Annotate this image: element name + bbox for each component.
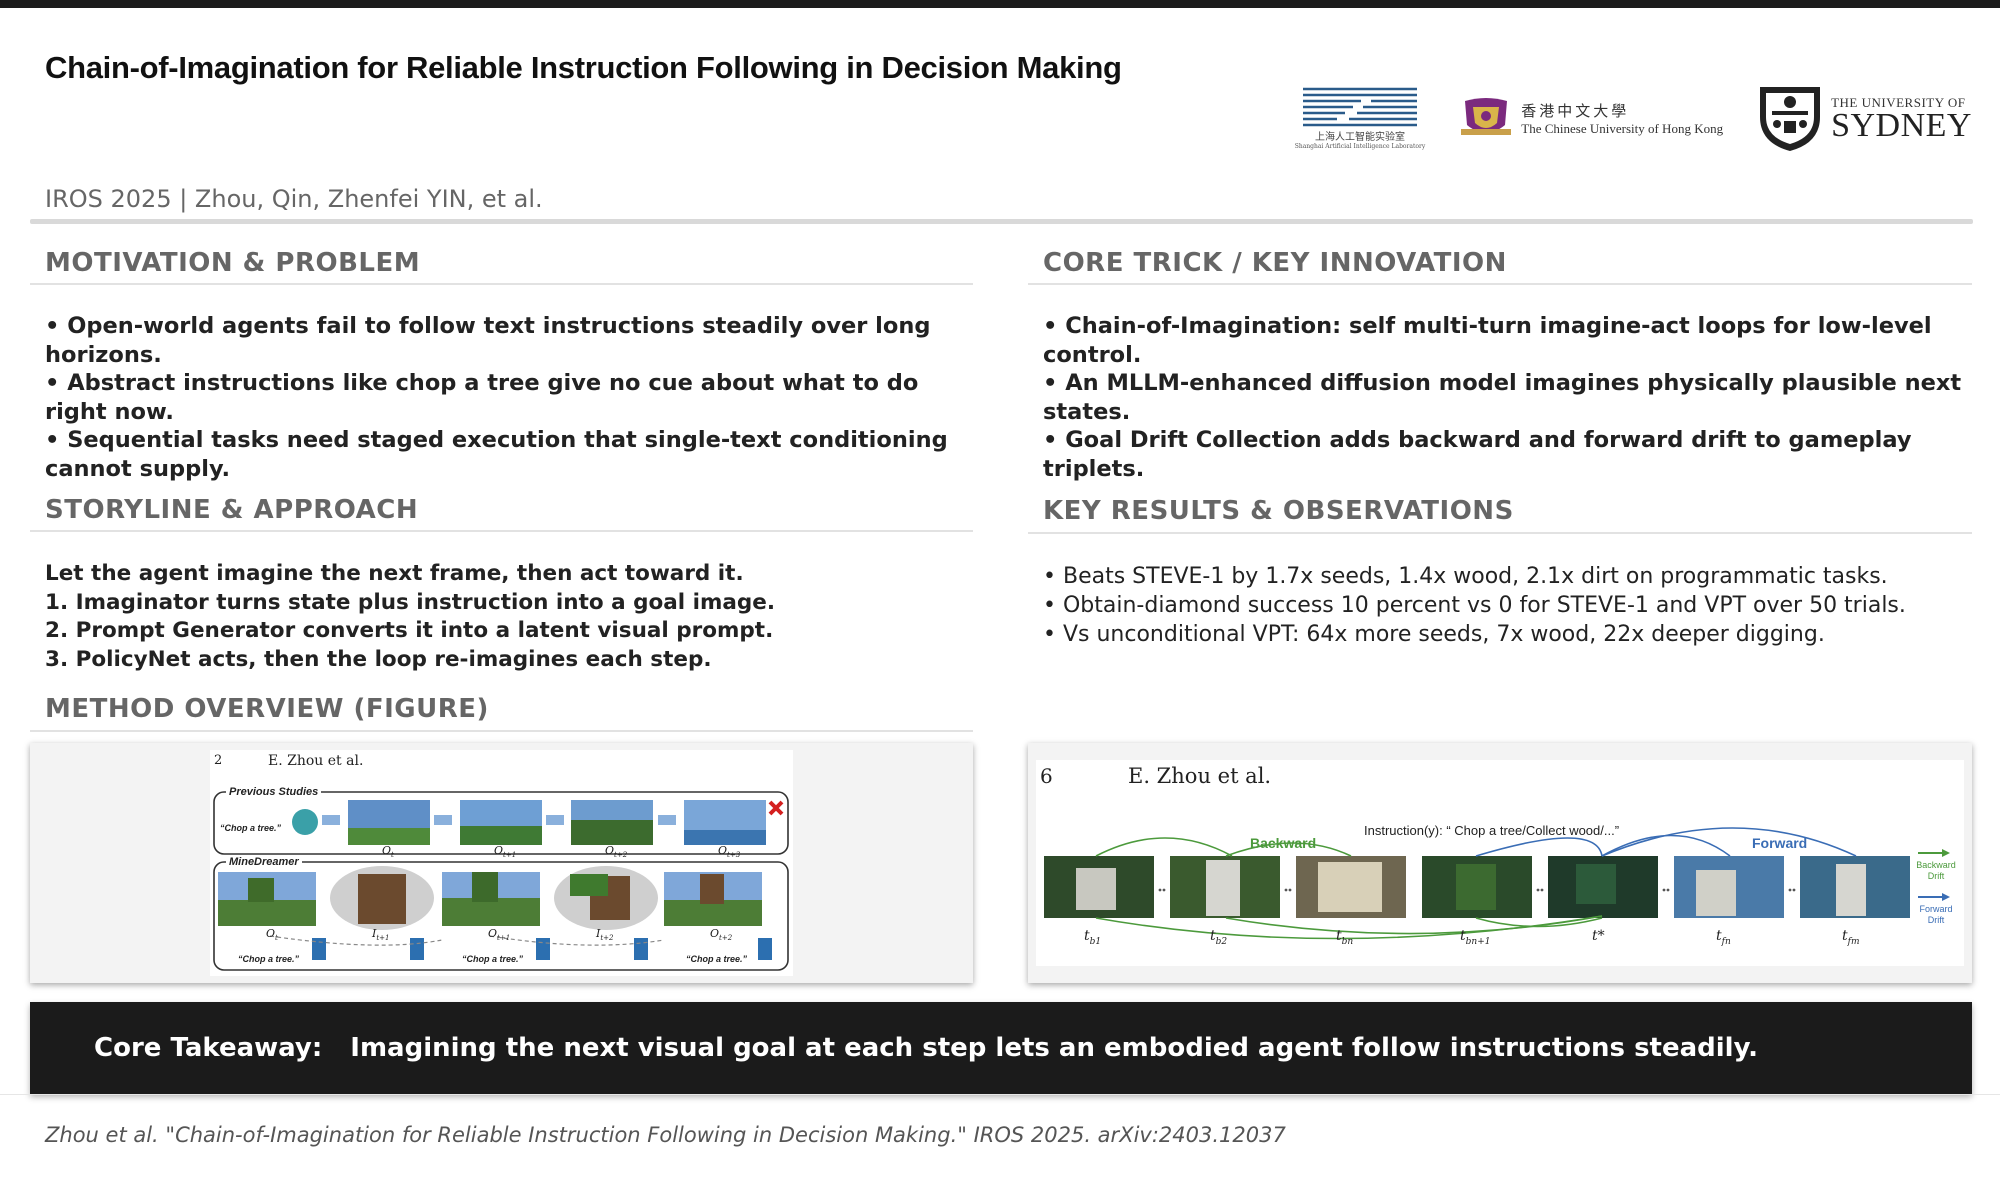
- storyline-line: Let the agent imagine the next frame, th…: [45, 561, 744, 586]
- chop-label-3: “Chop a tree.”: [462, 954, 524, 964]
- frame-label: It+2: [596, 927, 614, 943]
- motivation-bullet: • Sequential tasks need staged execution…: [45, 427, 948, 482]
- time-label: tb1: [1084, 928, 1102, 947]
- goal-drift-figure: 6 E. Zhou et al. Instruction(y): “ Chop …: [1036, 760, 1964, 966]
- motivation-bullets: • Open-world agents fail to follow text …: [45, 312, 970, 484]
- logo-row: 上海人工智能实验室 Shanghai Artificial Intelligen…: [1295, 78, 1972, 158]
- frame-label: Ot: [382, 844, 394, 860]
- frame-label: Ot+1: [488, 927, 511, 943]
- method-rule: [30, 730, 973, 732]
- header-divider: [30, 219, 1973, 224]
- takeaway-text: Imagining the next visual goal at each s…: [350, 1033, 1759, 1063]
- core-bullet: • Goal Drift Collection adds backward an…: [1043, 427, 1912, 482]
- chop-label-2: “Chop a tree.”: [238, 954, 300, 964]
- storyline-lines: Let the agent imagine the next frame, th…: [45, 560, 970, 674]
- method-figure-panel: 2 E. Zhou et al. Previous Studies MineDr…: [30, 743, 973, 983]
- frame-label: Ot+1: [494, 844, 517, 860]
- frame-label: Ot+2: [710, 927, 733, 943]
- time-label: tb2: [1210, 928, 1228, 947]
- sydney-line-2: SYDNEY: [1831, 107, 1972, 144]
- time-label: tfn: [1716, 928, 1731, 947]
- shlab-emblem-icon: [1302, 87, 1417, 127]
- cuhk-name-zh: 香港中文大學: [1521, 101, 1630, 120]
- forward-label: Forward: [1752, 835, 1808, 851]
- time-label: tbn+1: [1460, 928, 1491, 947]
- motivation-bullet: • Open-world agents fail to follow text …: [45, 313, 931, 368]
- poster-title: Chain-of-Imagination for Reliable Instru…: [45, 50, 1122, 85]
- results-bullet: • Vs unconditional VPT: 64x more seeds, …: [1043, 622, 1825, 647]
- poster-subtitle: IROS 2025 | Zhou, Qin, Zhenfei YIN, et a…: [45, 185, 543, 213]
- minedreamer-frames: [218, 866, 762, 930]
- time-label: t*: [1592, 928, 1605, 944]
- frame-label: Ot+2: [605, 844, 628, 860]
- sydney-shield-icon: [1760, 87, 1821, 151]
- core-bullet: • Chain-of-Imagination: self multi-turn …: [1043, 313, 1932, 368]
- sydney-logo: THE UNIVERSITY OF SYDNEY: [1757, 83, 1972, 153]
- gameplay-frames: [1044, 856, 1910, 918]
- time-label: tfm: [1842, 928, 1860, 947]
- frame-label: Ot: [266, 927, 278, 943]
- core-bullet: • An MLLM-enhanced diffusion model imagi…: [1043, 370, 1962, 425]
- motivation-heading: MOTIVATION & PROBLEM: [45, 248, 421, 278]
- takeaway-label: Core Takeaway:: [94, 1033, 323, 1063]
- top-bar: [0, 0, 2000, 8]
- cuhk-logo: 香港中文大學 The Chinese University of Hong Ko…: [1459, 95, 1723, 141]
- storyline-heading: STORYLINE & APPROACH: [45, 495, 419, 525]
- shlab-logo: 上海人工智能实验室 Shanghai Artificial Intelligen…: [1294, 86, 1426, 150]
- method-figure: 2 E. Zhou et al. Previous Studies MineDr…: [210, 750, 793, 976]
- chop-label-1: “Chop a tree.”: [220, 823, 282, 833]
- goal-drift-diagram: [1044, 827, 1950, 940]
- footer-divider: [0, 1094, 2000, 1095]
- shlab-name-en: Shanghai Artificial Intelligence Laborat…: [1294, 143, 1426, 150]
- core-takeaway-bar: Core Takeaway: Imagining the next visual…: [30, 1002, 1972, 1094]
- row-label-minedreamer: MineDreamer: [226, 856, 302, 868]
- backward-label: Backward: [1250, 835, 1317, 851]
- motivation-bullet: • Abstract instructions like chop a tree…: [45, 370, 919, 425]
- method-heading: METHOD OVERVIEW (FIGURE): [45, 694, 489, 724]
- frame-label: Ot+3: [718, 844, 741, 860]
- citation: Zhou et al. "Chain-of-Imagination for Re…: [45, 1123, 1286, 1147]
- core-heading: CORE TRICK / KEY INNOVATION: [1043, 248, 1507, 278]
- storyline-line: 2. Prompt Generator converts it into a l…: [45, 618, 774, 644]
- results-bullet: • Obtain-diamond success 10 percent vs 0…: [1043, 593, 1906, 618]
- core-bullets: • Chain-of-Imagination: self multi-turn …: [1043, 312, 1968, 484]
- shlab-name-zh: 上海人工智能实验室: [1314, 132, 1405, 143]
- storyline-line: 1. Imaginator turns state plus instructi…: [45, 589, 776, 615]
- results-bullet: • Beats STEVE-1 by 1.7x seeds, 1.4x wood…: [1043, 564, 1888, 589]
- cuhk-crest-icon: [1461, 98, 1512, 135]
- results-rule: [1028, 532, 1972, 534]
- results-bullets: • Beats STEVE-1 by 1.7x seeds, 1.4x wood…: [1043, 562, 1968, 649]
- core-rule: [1028, 283, 1972, 285]
- time-label: tbn: [1336, 928, 1354, 947]
- storyline-rule: [30, 530, 973, 532]
- row-label-previous: Previous Studies: [226, 786, 322, 798]
- legend-backward-drift: Backward Drift: [1916, 860, 1956, 881]
- chop-label-4: “Chop a tree.”: [686, 954, 748, 964]
- goal-drift-figure-panel: 6 E. Zhou et al. Instruction(y): “ Chop …: [1028, 743, 1972, 983]
- motivation-rule: [30, 283, 973, 285]
- cuhk-name-en: The Chinese University of Hong Kong: [1521, 120, 1724, 136]
- legend-forward-drift: Forward Drift: [1919, 904, 1953, 925]
- frame-label: It+1: [372, 927, 390, 943]
- storyline-line: 3. PolicyNet acts, then the loop re-imag…: [45, 646, 712, 672]
- results-heading: KEY RESULTS & OBSERVATIONS: [1043, 496, 1514, 526]
